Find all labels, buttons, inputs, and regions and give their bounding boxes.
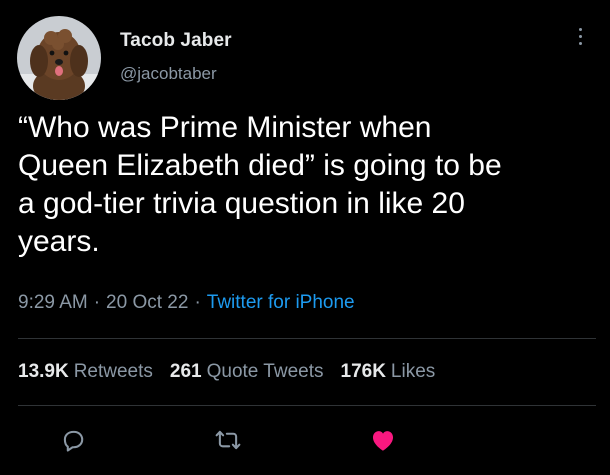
quote-tweets-stat[interactable]: 261 Quote Tweets — [170, 361, 324, 382]
meta-separator: · — [194, 292, 201, 313]
tweet-meta: 9:29 AM · 20 Oct 22 · Twitter for iPhone — [18, 292, 355, 314]
quote-tweets-count: 261 — [169, 361, 202, 382]
retweets-stat[interactable]: 13.9K Retweets — [18, 361, 153, 382]
reply-button[interactable] — [58, 425, 88, 455]
tweet-time[interactable]: 9:29 AM — [18, 292, 88, 313]
dog-avatar-image — [17, 16, 101, 100]
author-handle[interactable]: @jacobtaber — [120, 64, 217, 84]
heart-icon — [372, 431, 394, 451]
divider — [18, 338, 596, 339]
likes-label: Likes — [390, 361, 436, 382]
tweet-date[interactable]: 20 Oct 22 — [106, 292, 188, 313]
author-name[interactable]: Tacob Jaber — [120, 30, 232, 52]
likes-count: 176K — [340, 361, 386, 382]
tweet-source-link[interactable]: Twitter for iPhone — [207, 292, 355, 313]
like-button[interactable] — [368, 425, 398, 455]
tweet-text: “Who was Prime Minister when Queen Eliza… — [18, 111, 502, 258]
tweet-card: Tacob Jaber @jacobtaber “Who was Prime M… — [0, 0, 610, 475]
retweets-count: 13.9K — [18, 361, 69, 382]
avatar[interactable] — [17, 16, 101, 100]
retweets-label: Retweets — [73, 361, 153, 382]
retweet-button[interactable] — [213, 425, 243, 455]
divider — [18, 405, 596, 406]
likes-stat[interactable]: 176K Likes — [341, 361, 436, 382]
quote-tweets-label: Quote Tweets — [206, 361, 324, 382]
meta-separator: · — [93, 292, 101, 313]
retweet-icon — [215, 430, 241, 450]
engagement-stats: 13.9K Retweets 261 Quote Tweets 176K Likes — [18, 361, 452, 383]
reply-icon — [63, 430, 84, 452]
more-options-icon[interactable] — [572, 24, 588, 54]
